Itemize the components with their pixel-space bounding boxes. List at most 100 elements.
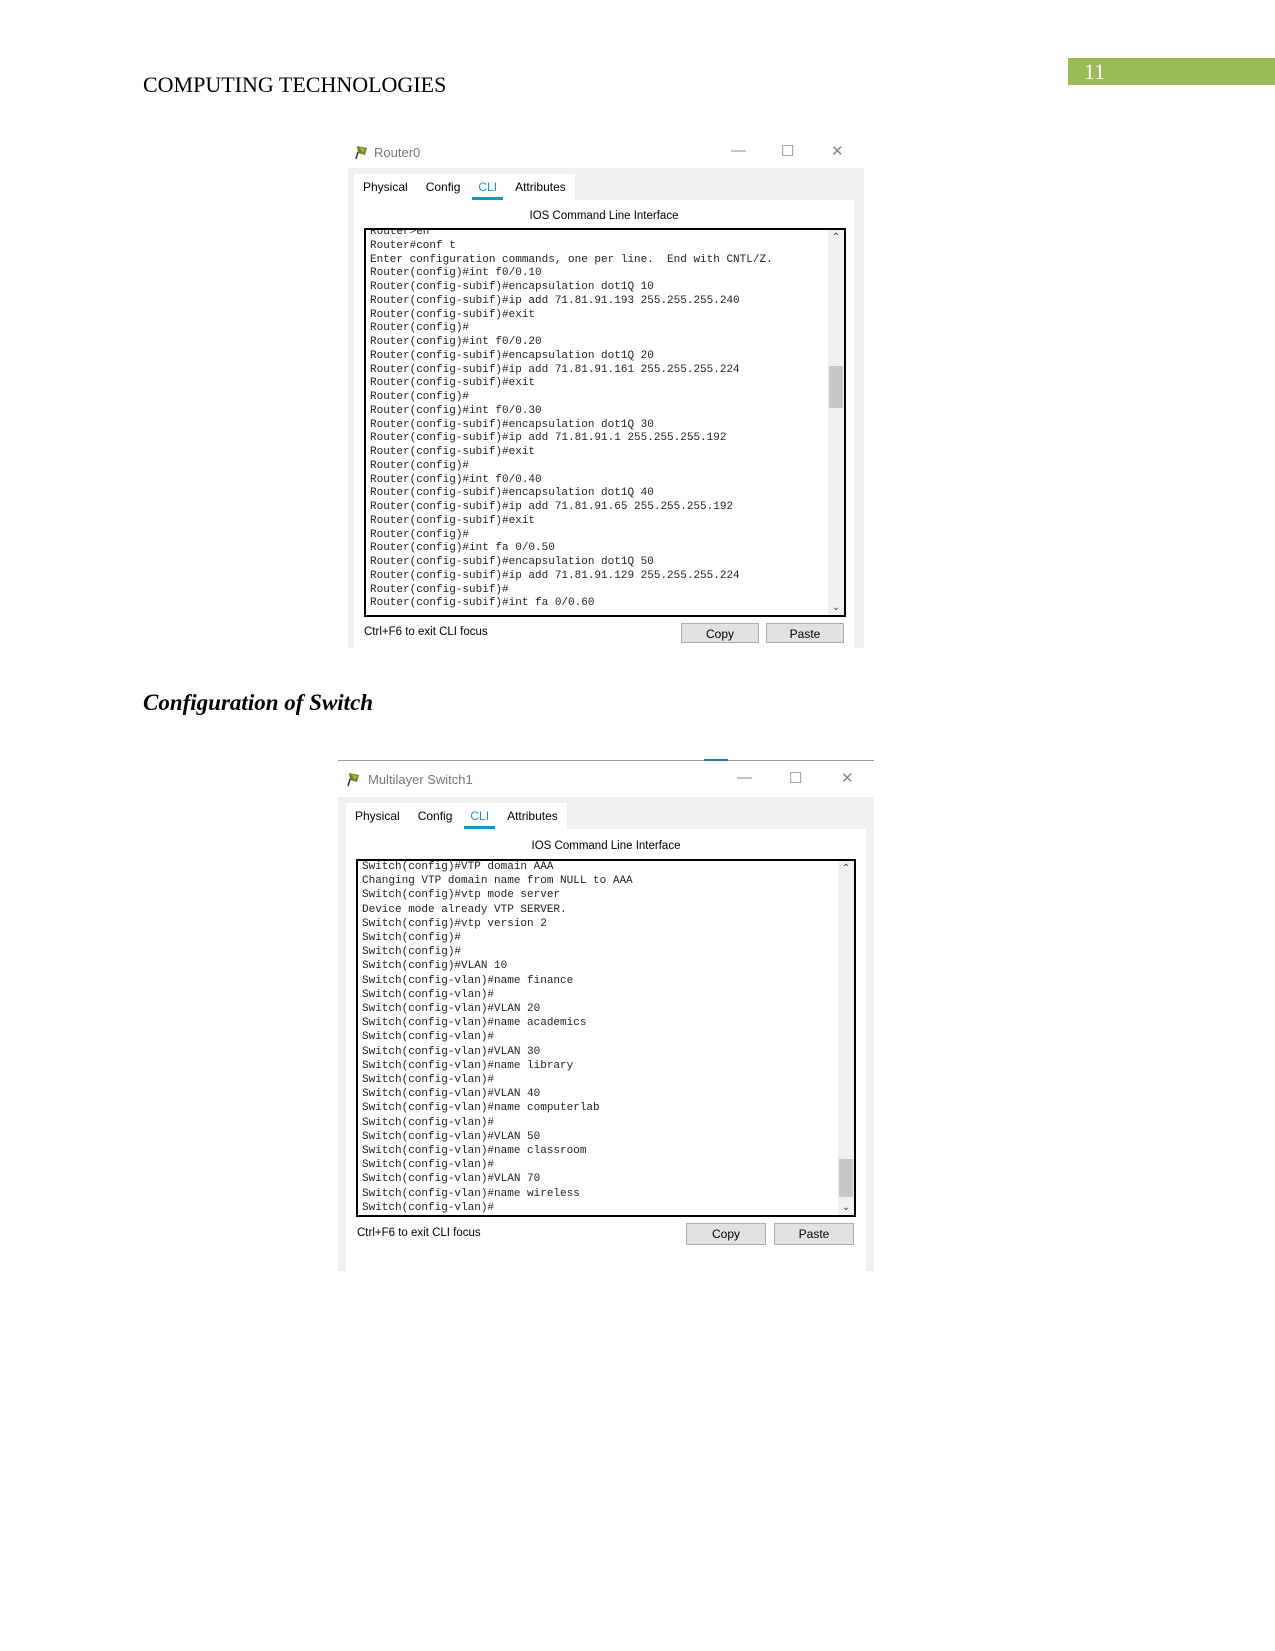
cli-line: Router#conf t: [370, 239, 456, 252]
cli-line: Switch(config-vlan)#: [362, 1159, 495, 1172]
scroll-up-icon[interactable]: ⌃: [828, 232, 844, 243]
running-header: COMPUTING TECHNOLOGIES: [143, 72, 447, 97]
cli-line: Switch(config-vlan)#: [362, 988, 495, 1001]
cli-line: Router(config-subif)#int fa 0/0.60: [370, 597, 595, 610]
minimize-button[interactable]: —: [737, 769, 752, 786]
window-body: Physical Config CLI Attributes IOS Comma…: [338, 797, 874, 1271]
cli-caption: IOS Command Line Interface: [531, 840, 681, 852]
tab-cli[interactable]: CLI: [469, 174, 506, 200]
cli-line: Switch(config-vlan)#VLAN 30: [362, 1045, 541, 1058]
cli-line: Router(config)#: [370, 459, 470, 472]
cli-line: Switch(config)#: [362, 932, 462, 945]
copy-button[interactable]: Copy: [686, 1223, 766, 1245]
cli-line: Router(config-subif)#encapsulation dot1Q…: [370, 556, 654, 568]
cli-line: Switch(config-vlan)#name finance: [362, 974, 574, 987]
switch-window: Multilayer Switch1 — ☐ ✕ Physical Config…: [338, 759, 874, 1271]
close-button[interactable]: ✕: [841, 769, 854, 787]
cli-focus-hint: Ctrl+F6 to exit CLI focus: [364, 626, 488, 638]
tab-config[interactable]: Config: [409, 803, 462, 829]
cli-line: Router(config-subif)#ip add 71.81.91.161…: [370, 363, 740, 376]
cli-line: Switch(config)#VLAN 10: [362, 960, 508, 973]
document-page: COMPUTING TECHNOLOGIES 11 Router0 — ☐ ✕ …: [0, 0, 1275, 1651]
cli-line: Router(config-subif)#ip add 71.81.91.193…: [370, 294, 740, 307]
maximize-button[interactable]: ☐: [789, 769, 802, 787]
title-bar: Multilayer Switch1 — ☐ ✕: [338, 761, 874, 797]
cli-line: Enter configuration commands, one per li…: [370, 253, 773, 266]
cli-focus-hint: Ctrl+F6 to exit CLI focus: [357, 1227, 481, 1239]
window-body: Physical Config CLI Attributes IOS Comma…: [348, 168, 864, 648]
cli-output: Switch(config)#VTP domain AAA Changing VT…: [362, 861, 633, 1215]
cli-line: Switch(config-vlan)#name library: [362, 1059, 574, 1072]
cli-panel: IOS Command Line Interface Router>en Rout…: [354, 200, 854, 648]
cli-line: Router(config)#: [370, 528, 470, 541]
cli-line: Router(config)#int f0/0.20: [370, 336, 542, 348]
cli-terminal[interactable]: Router>en Router#conf t Enter configuratio…: [364, 228, 846, 617]
cli-terminal[interactable]: Switch(config)#VTP domain AAA Changing VT…: [356, 859, 856, 1217]
title-bar: Router0 — ☐ ✕: [348, 140, 864, 168]
cli-line: Router(config)#int f0/0.30: [370, 404, 542, 417]
cli-line: Switch(config-vlan)#VLAN 50: [362, 1130, 541, 1143]
tab-physical[interactable]: Physical: [354, 174, 417, 200]
cli-line: Switch(config)#: [362, 946, 462, 959]
cli-line: Switch(config-vlan)#VLAN 40: [362, 1088, 541, 1101]
cli-line: Router(config)#: [370, 322, 470, 335]
cli-line: Switch(config-vlan)#: [362, 1031, 495, 1044]
cli-output: Router>en Router#conf t Enter configuratio…: [370, 228, 773, 611]
cli-line: Router>en: [370, 228, 430, 238]
cli-line: Switch(config-vlan)#name academics: [362, 1017, 587, 1030]
cli-line: Switch(config-vlan)#name wireless: [362, 1187, 580, 1200]
cli-line: Router(config-subif)#encapsulation dot1Q…: [370, 418, 654, 431]
cli-line: Router(config)#int fa 0/0.50: [370, 542, 555, 555]
scrollbar[interactable]: ⌃ ⌄: [838, 861, 854, 1215]
cli-line: Router(config-subif)#exit: [370, 377, 536, 390]
paste-button[interactable]: Paste: [774, 1223, 854, 1245]
scroll-up-icon[interactable]: ⌃: [838, 863, 854, 874]
cli-line: Router(config-subif)#ip add 71.81.91.129…: [370, 569, 740, 582]
close-button[interactable]: ✕: [831, 142, 844, 160]
cli-line: Switch(config)#VTP domain AAA: [362, 861, 554, 873]
cli-line: Router(config-subif)#encapsulation dot1Q…: [370, 487, 654, 500]
cli-line: Router(config-subif)#exit: [370, 446, 536, 458]
scroll-thumb[interactable]: [839, 1159, 853, 1197]
maximize-button[interactable]: ☐: [781, 142, 794, 160]
scroll-thumb[interactable]: [829, 366, 843, 408]
cli-line: Switch(config-vlan)#VLAN 20: [362, 1003, 541, 1016]
router-window: Router0 — ☐ ✕ Physical Config CLI Attrib…: [348, 140, 864, 648]
scroll-down-icon[interactable]: ⌄: [828, 602, 844, 613]
cli-line: Router(config-subif)#: [370, 583, 509, 596]
cli-caption: IOS Command Line Interface: [529, 210, 679, 222]
tab-physical[interactable]: Physical: [346, 803, 409, 829]
cli-line: Router(config)#int f0/0.40: [370, 473, 542, 486]
cli-line: Switch(config)#vtp mode server: [362, 889, 561, 902]
tab-cli[interactable]: CLI: [461, 803, 498, 829]
cli-line: Router(config)#int f0/0.10: [370, 267, 542, 280]
cli-line: Router(config)#: [370, 391, 470, 403]
packet-tracer-icon: [355, 146, 367, 160]
cli-line: Switch(config-vlan)#VLAN 70: [362, 1173, 541, 1186]
tab-bar: Physical Config CLI Attributes: [346, 803, 567, 829]
cli-line: Switch(config-vlan)#: [362, 1074, 495, 1087]
minimize-button[interactable]: —: [731, 142, 746, 159]
packet-tracer-icon: [347, 773, 359, 787]
cli-panel: IOS Command Line Interface Switch(config…: [346, 829, 866, 1271]
copy-button[interactable]: Copy: [681, 623, 759, 643]
cli-line: Switch(config-vlan)#: [362, 1116, 495, 1129]
cli-line: Router(config-subif)#encapsulation dot1Q…: [370, 281, 654, 293]
cli-line: Switch(config-vlan)#name computerlab: [362, 1102, 600, 1115]
tab-attributes[interactable]: Attributes: [506, 174, 575, 200]
scrollbar[interactable]: ⌃ ⌄: [828, 230, 844, 615]
section-heading: Configuration of Switch: [143, 690, 374, 715]
cli-line: Router(config-subif)#ip add 71.81.91.1 2…: [370, 432, 727, 445]
page-number: 11: [1068, 58, 1275, 85]
tab-config[interactable]: Config: [417, 174, 470, 200]
paste-button[interactable]: Paste: [766, 623, 844, 643]
tab-bar: Physical Config CLI Attributes: [354, 174, 575, 200]
cli-line: Changing VTP domain name from NULL to AA…: [362, 875, 633, 888]
cli-line: Switch(config)#vtp version 2: [362, 917, 547, 930]
cli-line: Switch(config-vlan)#name classroom: [362, 1145, 587, 1158]
scroll-down-icon[interactable]: ⌄: [838, 1202, 854, 1213]
cli-line: Router(config-subif)#exit: [370, 514, 536, 527]
window-title: Multilayer Switch1: [368, 772, 473, 787]
cli-line: Switch(config-vlan)#: [362, 1201, 495, 1214]
tab-attributes[interactable]: Attributes: [498, 803, 567, 829]
